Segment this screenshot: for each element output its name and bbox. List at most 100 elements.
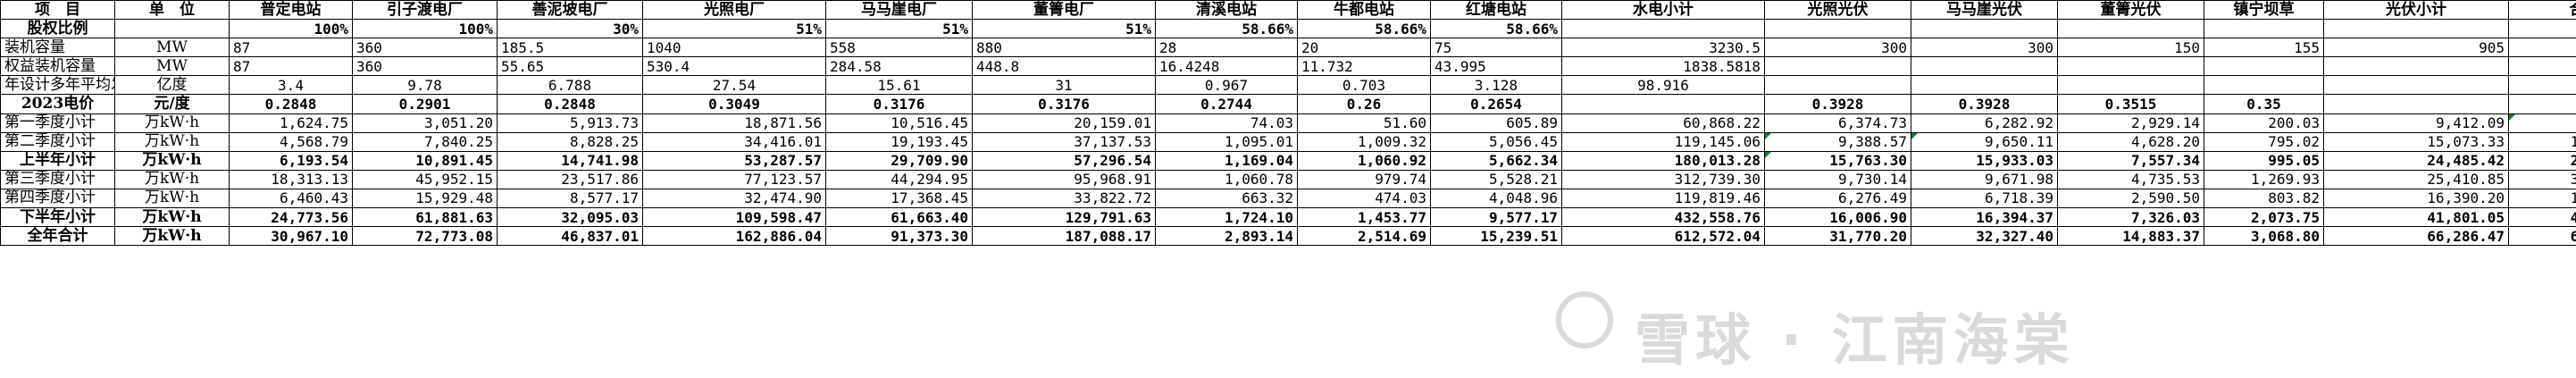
value-cell: 60,868.22 [1561,113,1765,133]
value-cell: 979.74 [1297,169,1431,189]
value-cell: 300 [1911,38,2058,58]
value-cell: 8,577.17 [497,188,643,209]
value-cell: 1,095.01 [1155,131,1298,152]
row-label: 2023电价 [0,94,115,114]
value-cell: 795.02 [2204,131,2324,152]
value-cell: 180,013.28 [1561,150,1765,171]
value-cell: 10,516.45 [825,113,973,133]
table-row: 第一季度小计 万kW·h 1,624.75 3,051.20 5,913.73 18,87… [0,113,2576,133]
value-cell: 0.703 [1297,75,1431,96]
value-cell: 880 [972,38,1156,58]
value-cell: 15,929.48 [352,188,498,209]
header-cell: 董箐光伏 [2057,0,2204,21]
value-cell: 6,460.43 [229,188,353,209]
header-cell: 光伏小计 [2323,0,2509,21]
unit-cell: 元/度 [114,94,230,114]
value-cell: 15,763.30 [1764,150,1911,171]
unit-cell: 万kW·h [114,169,230,189]
value-cell: 20,159.01 [972,113,1156,133]
value-cell: 1,009.32 [1297,131,1431,152]
value-cell: 9,671.98 [1911,169,2058,189]
value-cell: 678,858.51 [2508,226,2576,247]
value-cell: 10,891.45 [352,150,498,171]
value-cell: 100% [229,19,353,39]
value-cell: 119,145.06 [1561,131,1765,152]
value-cell: 0.3928 [1911,94,2058,114]
row-label: 第三季度小计 [0,169,115,189]
value-cell: 16,006.90 [1764,207,1911,228]
value-cell: 43.995 [1430,56,1562,77]
value-cell: 16.4248 [1155,56,1298,77]
value-cell [2323,94,2509,114]
value-cell: 7,326.03 [2057,207,2204,228]
header-cell: 光照电厂 [642,0,826,21]
value-cell: 2,893.14 [1155,226,1298,247]
value-cell: 7,557.34 [2057,150,2204,171]
value-cell: 95,968.91 [972,169,1156,189]
value-cell: 53,287.57 [642,150,826,171]
value-cell [1561,19,1765,39]
row-label: 第四季度小计 [0,188,115,209]
value-cell: 7,840.25 [352,131,498,152]
row-label: 股权比例 [0,19,115,39]
value-cell: 30% [497,19,643,39]
row-label: 装机容量 [0,38,115,58]
unit-cell: 万kW·h [114,188,230,209]
value-cell [1911,75,2058,96]
header-cell: 单 位 [114,0,230,21]
table-row: 年设计多年平均发电量亿度3.49.786.78827.5415.61310.96… [0,75,2576,96]
value-cell: 474,359.81 [2508,207,2576,228]
header-cell: 马马崖电厂 [825,0,973,21]
value-cell: 74.03 [1155,113,1298,133]
value-cell: 11.732 [1297,56,1431,77]
value-cell [2508,75,2576,96]
value-cell: 3,068.80 [2204,226,2324,247]
header-cell: 镇宁坝草 [2204,0,2324,21]
header-cell: 引子渡电厂 [352,0,498,21]
value-cell: 4,735.53 [2057,169,2204,189]
value-cell: 360 [352,56,498,77]
value-cell: 20 [1297,38,1431,58]
value-cell: 6,718.39 [1911,188,2058,209]
value-cell: 32,327.40 [1911,226,2058,247]
value-cell: 6,193.54 [229,150,353,171]
value-cell: 1,624.75 [229,113,353,133]
value-cell: 32,095.03 [497,207,643,228]
header-cell: 清溪电站 [1155,0,1298,21]
value-cell: 119,819.46 [1561,188,1765,209]
value-cell [2323,75,2509,96]
value-cell: 17,368.45 [825,188,973,209]
value-cell: 338,150.15 [2508,169,2576,189]
value-cell: 87 [229,56,353,77]
value-cell [2057,75,2204,96]
value-cell: 32,474.90 [642,188,826,209]
watermark: 雪球 · 江南海棠 [1635,307,2075,373]
unit-cell: MW [114,38,230,58]
table-row: 第三季度小计 万kW·h 18,313.13 45,952.15 23,517.86 77… [0,169,2576,189]
value-cell: 448.8 [972,56,1156,77]
value-cell: 45,952.15 [352,169,498,189]
value-cell: 9,650.11 [1911,131,2058,152]
value-cell [2204,75,2324,96]
value-cell: 204,498.70 [2508,150,2576,171]
value-cell [1911,56,2058,77]
value-cell: 3.128 [1430,75,1562,96]
value-cell: 31 [972,75,1156,96]
value-cell: 18,871.56 [642,113,826,133]
value-cell: 33,822.72 [972,188,1156,209]
value-cell: 16,394.37 [1911,207,2058,228]
value-cell: 6.788 [497,75,643,96]
value-cell: 51% [825,19,973,39]
value-cell: 136,209.66 [2508,188,2576,209]
value-cell: 0.2654 [1430,94,1562,114]
value-cell: 5,528.21 [1430,169,1562,189]
value-cell: 474.03 [1297,188,1431,209]
value-cell: 72,773.08 [352,226,498,247]
value-cell: 150 [2057,38,2204,58]
value-cell: 0.2848 [229,94,353,114]
value-cell: 905 [2323,38,2509,58]
header-cell: 善泥坡电厂 [497,0,643,21]
value-cell: 312,739.30 [1561,169,1765,189]
value-cell: 0.3515 [2057,94,2204,114]
value-cell: 41,801.05 [2323,207,2509,228]
